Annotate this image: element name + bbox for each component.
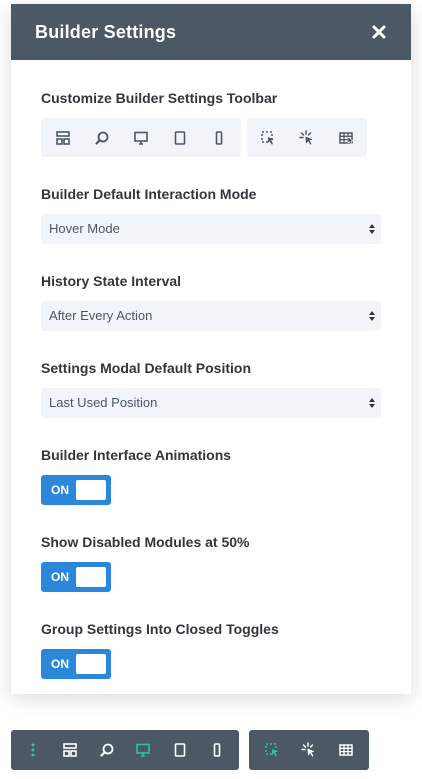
- bottom-toolbar-view-group: [11, 730, 239, 770]
- click-mode-icon[interactable]: [264, 742, 280, 758]
- zoom-icon[interactable]: [94, 130, 110, 146]
- select-arrows-icon: [369, 311, 375, 321]
- select-arrows-icon: [369, 398, 375, 408]
- click-mode-icon[interactable]: [260, 130, 276, 146]
- field-label: Builder Default Interaction Mode: [41, 186, 257, 202]
- field-label: Customize Builder Settings Toolbar: [41, 90, 278, 106]
- bottom-toolbar-mode-group: [249, 730, 369, 770]
- grid-icon[interactable]: [338, 742, 354, 758]
- toggle-state: ON: [51, 657, 69, 671]
- field-label: Show Disabled Modules at 50%: [41, 534, 250, 550]
- select-arrows-icon: [369, 224, 375, 234]
- toolbar-group-view: [41, 118, 241, 157]
- toggle-knob: [76, 567, 106, 587]
- modal-body: Customize Builder Settings Toolbar Build…: [11, 60, 411, 679]
- tablet-icon[interactable]: [172, 742, 188, 758]
- field-label: Builder Interface Animations: [41, 447, 232, 463]
- layout-icon[interactable]: [55, 130, 71, 146]
- toolbar-setting: Customize Builder Settings Toolbar: [41, 90, 381, 157]
- layout-icon[interactable]: [62, 742, 78, 758]
- select-value: Last Used Position: [49, 395, 158, 410]
- animations-setting: Builder Interface Animations ON: [41, 447, 381, 505]
- field-label: Group Settings Into Closed Toggles: [41, 621, 279, 637]
- desktop-icon[interactable]: [135, 742, 151, 758]
- desktop-icon[interactable]: [133, 130, 149, 146]
- animations-toggle[interactable]: ON: [41, 475, 111, 505]
- builder-settings-modal: Builder Settings Customize Builder Setti…: [11, 4, 411, 694]
- modal-position-select[interactable]: Last Used Position: [41, 388, 381, 418]
- history-interval-setting: History State Interval After Every Actio…: [41, 273, 381, 331]
- history-interval-select[interactable]: After Every Action: [41, 301, 381, 331]
- group-settings-setting: Group Settings Into Closed Toggles ON: [41, 621, 381, 679]
- select-value: After Every Action: [49, 308, 153, 323]
- drag-handle-icon[interactable]: [25, 742, 41, 758]
- select-value: Hover Mode: [49, 221, 120, 236]
- hover-mode-icon[interactable]: [301, 742, 317, 758]
- hover-mode-icon[interactable]: [299, 129, 315, 146]
- group-settings-toggle[interactable]: ON: [41, 649, 111, 679]
- toggle-state: ON: [51, 570, 69, 584]
- disabled-modules-toggle[interactable]: ON: [41, 562, 111, 592]
- zoom-icon[interactable]: [99, 742, 115, 758]
- modal-title: Builder Settings: [35, 21, 177, 42]
- field-label: History State Interval: [41, 273, 182, 289]
- interaction-mode-select[interactable]: Hover Mode: [41, 214, 381, 244]
- phone-icon[interactable]: [211, 130, 227, 146]
- disabled-modules-setting: Show Disabled Modules at 50% ON: [41, 534, 381, 592]
- phone-icon[interactable]: [209, 742, 225, 758]
- toolbar-group-mode: [247, 118, 367, 157]
- grid-icon[interactable]: [338, 130, 354, 146]
- bottom-toolbar: [11, 730, 369, 770]
- interaction-mode-setting: Builder Default Interaction Mode Hover M…: [41, 186, 381, 244]
- modal-position-setting: Settings Modal Default Position Last Use…: [41, 360, 381, 418]
- tablet-icon[interactable]: [172, 130, 188, 146]
- toolbar-preview: [41, 118, 381, 157]
- modal-header: Builder Settings: [11, 4, 411, 60]
- toggle-knob: [76, 480, 106, 500]
- close-icon[interactable]: [372, 25, 386, 39]
- field-label: Settings Modal Default Position: [41, 360, 252, 376]
- toggle-knob: [76, 654, 106, 674]
- toggle-state: ON: [51, 483, 69, 497]
